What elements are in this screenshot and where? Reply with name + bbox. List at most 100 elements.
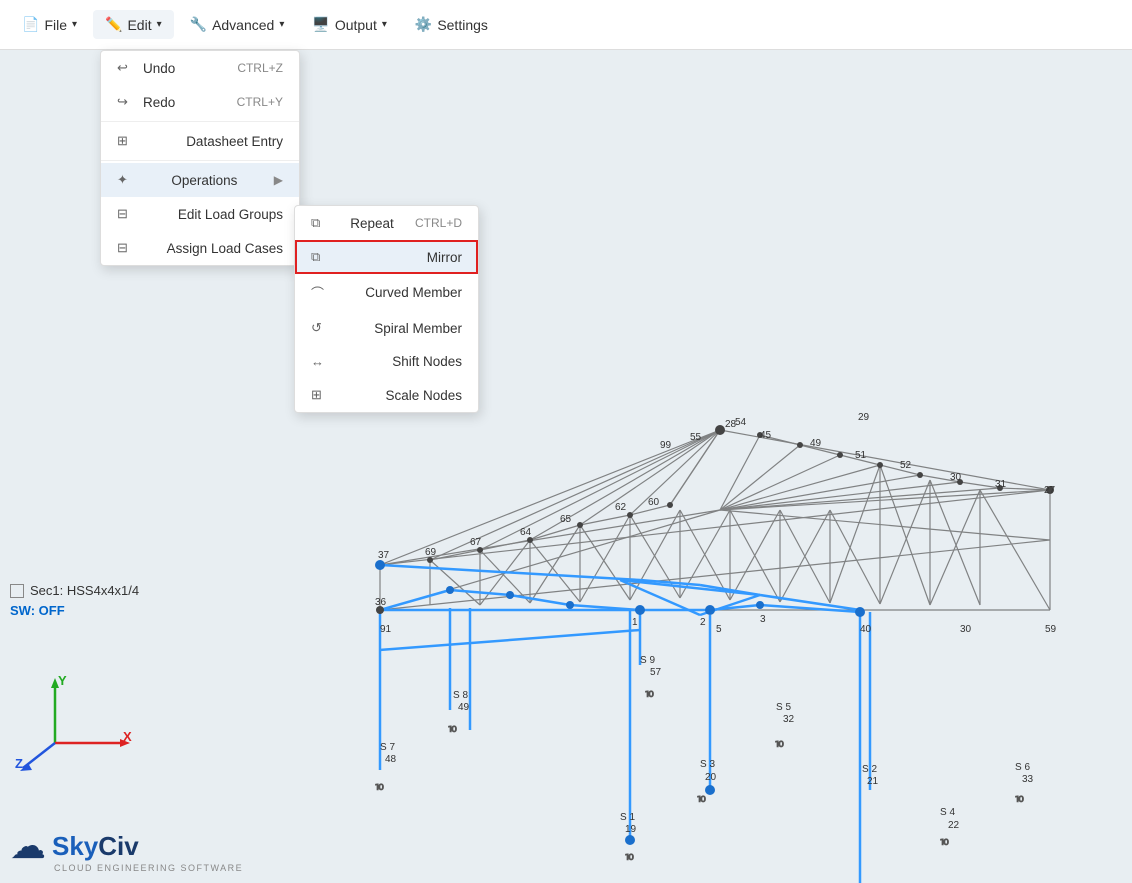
menu-edit[interactable]: ✏️ Edit ▾ xyxy=(93,10,174,39)
load-cases-icon: ⊟ xyxy=(117,240,135,256)
svg-text:22: 22 xyxy=(948,820,960,831)
load-groups-icon: ⊟ xyxy=(117,206,135,222)
settings-icon: ⚙️ xyxy=(415,16,432,33)
svg-text:⏨: ⏨ xyxy=(448,717,457,733)
svg-text:65: 65 xyxy=(560,514,572,525)
svg-text:⏨: ⏨ xyxy=(645,682,654,698)
svg-text:30: 30 xyxy=(960,624,972,635)
spiral-member-icon: ↺ xyxy=(311,320,329,336)
submenu-curved-member[interactable]: ⌒ Curved Member xyxy=(295,274,478,311)
settings-label: Settings xyxy=(437,17,488,33)
svg-text:21: 21 xyxy=(867,776,879,787)
svg-text:1: 1 xyxy=(632,617,638,628)
mirror-label: Mirror xyxy=(427,250,462,265)
operations-label: Operations xyxy=(171,173,237,188)
datasheet-icon: ⊞ xyxy=(117,133,135,149)
shift-nodes-label: Shift Nodes xyxy=(392,354,462,369)
menu-output[interactable]: 🖥️ Output ▾ xyxy=(300,10,399,39)
section-label: Sec1: HSS4x4x1/4 xyxy=(30,583,139,598)
submenu-scale-nodes[interactable]: ⊞ Scale Nodes xyxy=(295,378,478,412)
svg-text:51: 51 xyxy=(855,450,867,461)
svg-text:54: 54 xyxy=(735,417,747,428)
menu-assign-load-cases[interactable]: ⊟ Assign Load Cases xyxy=(101,231,299,265)
sw-label: SW: OFF xyxy=(10,603,65,618)
file-label: File xyxy=(44,17,67,33)
menu-operations[interactable]: ✦ Operations ▶ xyxy=(101,163,299,197)
submenu-repeat[interactable]: ⧉ Repeat CTRL+D xyxy=(295,206,478,240)
menubar: 📄 File ▾ ✏️ Edit ▾ 🔧 Advanced ▾ 🖥️ Outpu… xyxy=(0,0,1132,50)
svg-text:62: 62 xyxy=(615,502,627,513)
scale-nodes-icon: ⊞ xyxy=(311,387,329,403)
svg-text:60: 60 xyxy=(648,497,660,508)
svg-text:37: 37 xyxy=(378,550,390,561)
file-arrow: ▾ xyxy=(72,19,77,30)
file-icon: 📄 xyxy=(22,16,39,33)
undo-icon: ↩ xyxy=(117,60,135,76)
submenu-mirror[interactable]: ⧉ Mirror xyxy=(295,240,478,274)
svg-text:19: 19 xyxy=(625,824,637,835)
repeat-shortcut: CTRL+D xyxy=(415,216,462,230)
menu-undo[interactable]: ↩ Undo CTRL+Z xyxy=(101,51,299,85)
menu-redo[interactable]: ↪ Redo CTRL+Y xyxy=(101,85,299,119)
svg-text:27: 27 xyxy=(1044,485,1056,496)
svg-text:31: 31 xyxy=(995,479,1007,490)
shift-nodes-icon: ↔ xyxy=(311,354,329,369)
undo-shortcut: CTRL+Z xyxy=(237,61,283,75)
repeat-icon: ⧉ xyxy=(311,215,329,231)
submenu-shift-nodes[interactable]: ↔ Shift Nodes xyxy=(295,345,478,378)
svg-text:45: 45 xyxy=(760,430,772,441)
menu-datasheet[interactable]: ⊞ Datasheet Entry xyxy=(101,124,299,158)
divider-1 xyxy=(101,121,299,122)
edit-label: Edit xyxy=(127,17,151,33)
load-cases-label: Assign Load Cases xyxy=(167,241,283,256)
axis-svg: Y X Z xyxy=(15,673,135,773)
datasheet-label: Datasheet Entry xyxy=(186,134,283,149)
svg-text:Y: Y xyxy=(58,673,67,688)
svg-text:64: 64 xyxy=(520,527,532,538)
spiral-member-label: Spiral Member xyxy=(374,321,462,336)
advanced-arrow: ▾ xyxy=(279,19,284,30)
menu-advanced[interactable]: 🔧 Advanced ▾ xyxy=(178,10,297,39)
svg-text:S 3: S 3 xyxy=(700,759,715,770)
svg-text:59: 59 xyxy=(1045,624,1057,635)
operations-submenu: ⧉ Repeat CTRL+D ⧉ Mirror ⌒ Curved Member… xyxy=(294,205,479,413)
menu-settings[interactable]: ⚙️ Settings xyxy=(403,10,500,39)
svg-text:36: 36 xyxy=(375,597,387,608)
svg-text:91: 91 xyxy=(380,624,392,635)
svg-text:30: 30 xyxy=(950,472,962,483)
logo-cloud-icon: ☁ xyxy=(10,825,46,867)
svg-text:S 9: S 9 xyxy=(640,655,655,666)
svg-text:S 6: S 6 xyxy=(1015,762,1030,773)
svg-text:⏨: ⏨ xyxy=(940,830,949,846)
redo-icon: ↪ xyxy=(117,94,135,110)
repeat-label: Repeat xyxy=(350,216,394,231)
redo-label: Redo xyxy=(143,95,175,110)
output-arrow: ▾ xyxy=(382,19,387,30)
svg-text:⏨: ⏨ xyxy=(625,845,634,861)
svg-text:99: 99 xyxy=(660,440,672,451)
svg-text:52: 52 xyxy=(900,460,912,471)
svg-text:32: 32 xyxy=(783,714,795,725)
curved-member-label: Curved Member xyxy=(365,285,462,300)
svg-text:3: 3 xyxy=(760,614,766,625)
svg-text:X: X xyxy=(123,729,132,744)
curved-member-icon: ⌒ xyxy=(311,283,329,302)
advanced-icon: 🔧 xyxy=(190,16,207,33)
svg-text:⏨: ⏨ xyxy=(1015,787,1024,803)
menu-file[interactable]: 📄 File ▾ xyxy=(10,10,89,39)
redo-shortcut: CTRL+Y xyxy=(237,95,283,109)
svg-text:33: 33 xyxy=(1022,774,1034,785)
menu-edit-load-groups[interactable]: ⊟ Edit Load Groups xyxy=(101,197,299,231)
submenu-spiral-member[interactable]: ↺ Spiral Member xyxy=(295,311,478,345)
svg-text:5: 5 xyxy=(716,624,722,635)
operations-icon: ✦ xyxy=(117,172,135,188)
svg-text:55: 55 xyxy=(690,432,702,443)
svg-text:S 2: S 2 xyxy=(862,764,877,775)
sw-status: SW: OFF xyxy=(10,603,65,618)
svg-text:⏨: ⏨ xyxy=(375,775,384,791)
output-icon: 🖥️ xyxy=(312,16,329,33)
svg-text:2: 2 xyxy=(700,617,706,628)
mirror-icon: ⧉ xyxy=(311,249,329,265)
svg-text:S 8: S 8 xyxy=(453,690,468,701)
svg-text:49: 49 xyxy=(810,438,822,449)
